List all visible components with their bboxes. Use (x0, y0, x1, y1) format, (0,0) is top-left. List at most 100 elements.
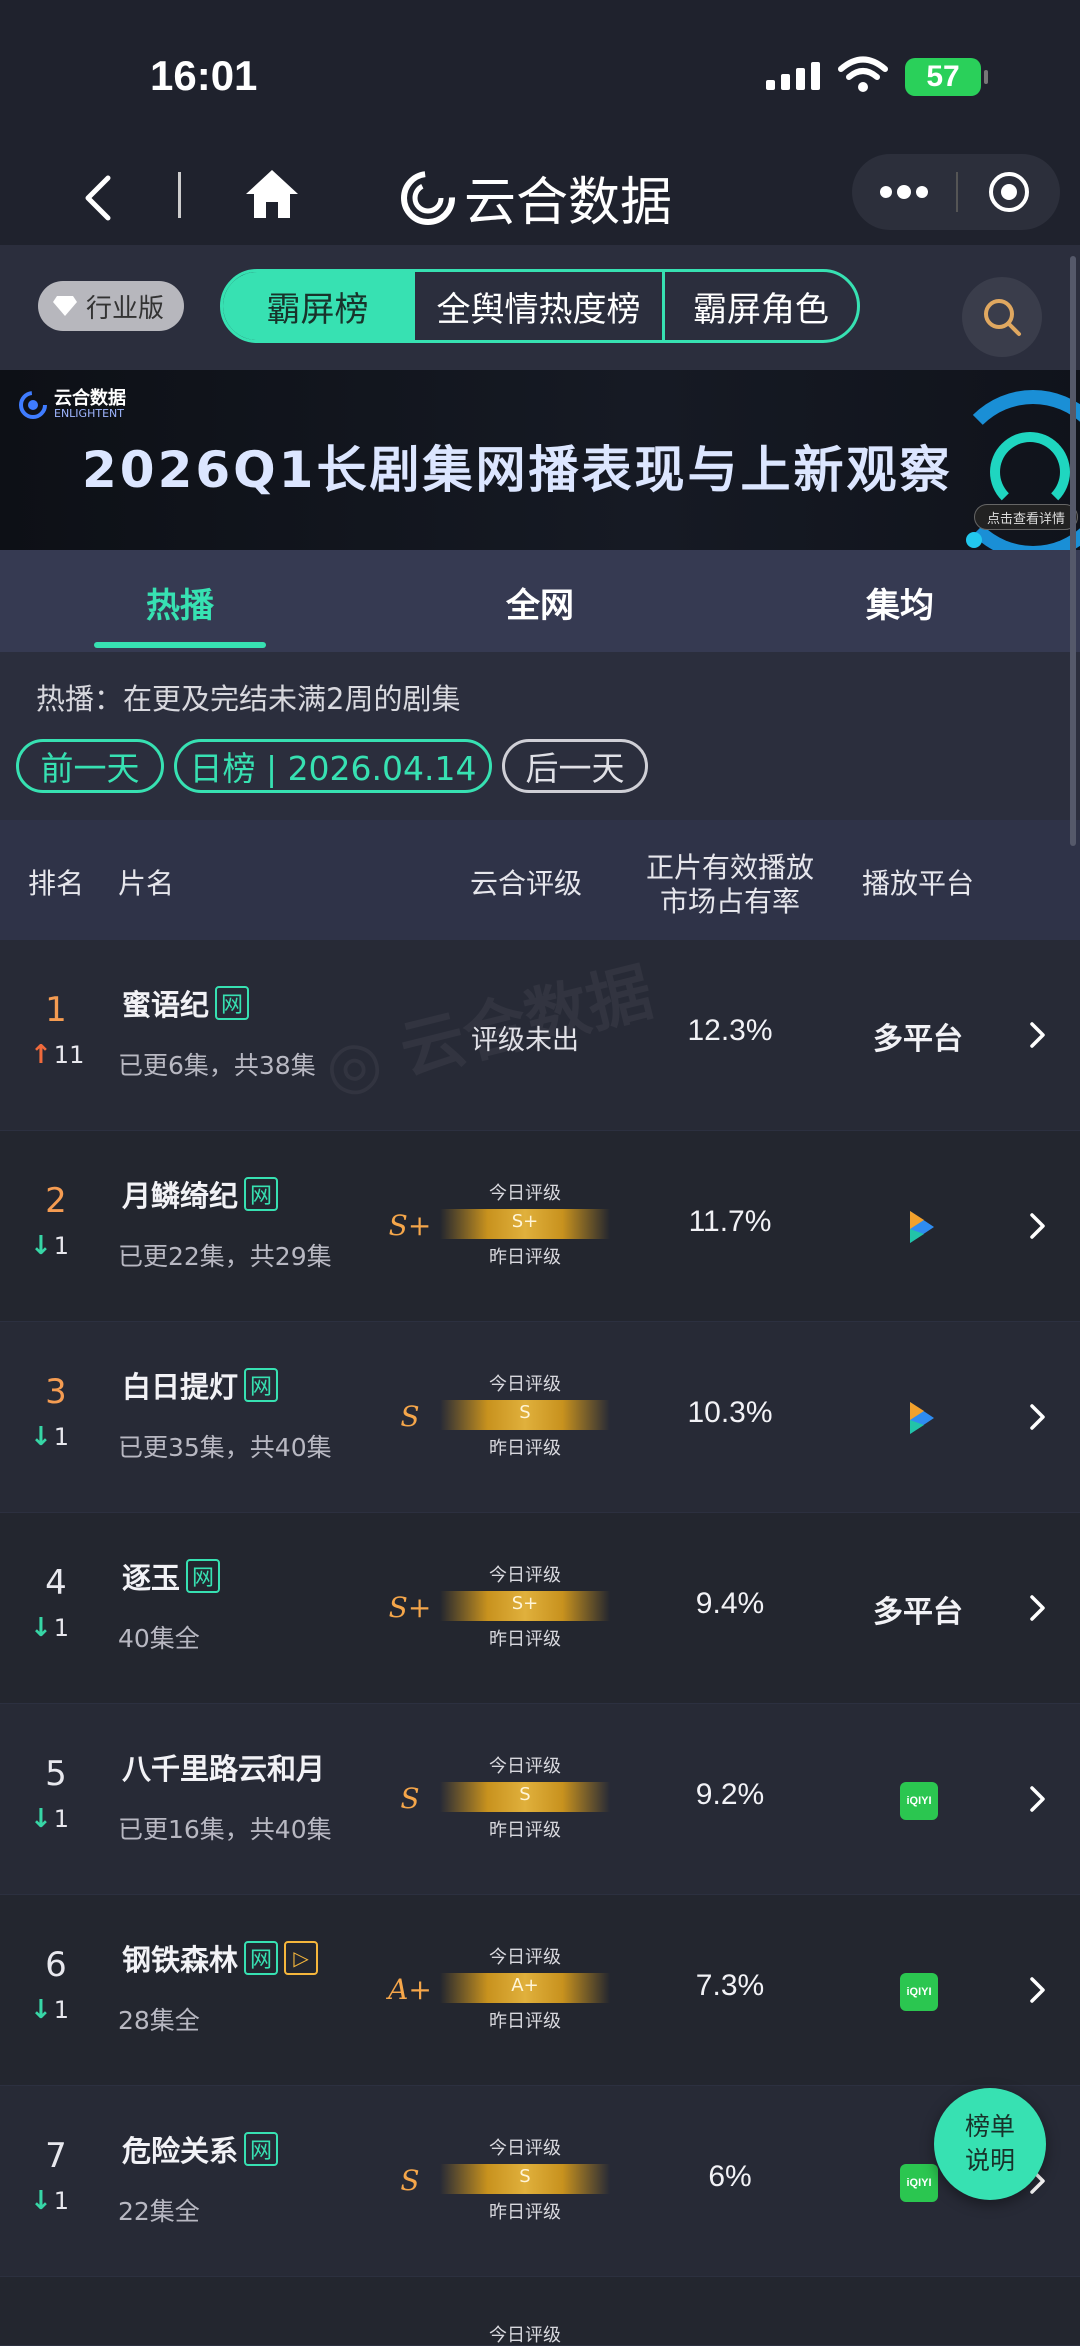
chevron-right-icon[interactable] (1022, 1211, 1052, 1241)
rank-change: ↓ 1 (30, 1804, 90, 1834)
chevron-right-icon[interactable] (1022, 1020, 1052, 1050)
scrollbar[interactable] (1070, 256, 1076, 846)
app-title: 云合数据 (400, 160, 672, 235)
segment-public-opinion[interactable]: 全舆情热度榜 (415, 272, 665, 340)
table-header: 排名 片名 云合评级 正片有效播放 市场占有率 播放平台 (0, 820, 1080, 940)
tab-whole-network[interactable]: 全网 (454, 578, 626, 627)
promo-banner[interactable]: 云合数据 ENLIGHTENT 2026Q1长剧集网播表现与上新观察 点击查看详… (0, 370, 1080, 550)
episode-info: 已更35集，共40集 (118, 1433, 332, 1462)
show-title-wrap: 逐玉 网 (122, 1555, 221, 1597)
ranking-explanation-line2: 说明 (964, 2146, 1015, 2175)
previous-day-button[interactable]: 前一天 (16, 739, 164, 793)
iqiyi-icon: iQIYI (900, 1782, 938, 1820)
show-title-wrap: 钢铁森林 网 ▷ (122, 1937, 319, 1979)
grade-today-label: 今日评级 (489, 1947, 561, 1968)
arrow-down-icon: ↓ (30, 1804, 52, 1834)
grade-bar-value: S (519, 2166, 531, 2187)
market-share: 12.3% (687, 1014, 773, 1047)
iqiyi-icon: iQIYI (900, 1973, 938, 2011)
show-title: 逐玉 (122, 1561, 181, 1595)
status-bar: 16:01 57 (0, 0, 1080, 150)
list-tabs: 热播 全网 集均 (0, 550, 1080, 652)
grade-bar: 今日评级 S 昨日评级 (440, 2134, 610, 2230)
segment-screen-dominance[interactable]: 霸屏榜 (223, 272, 415, 340)
grade-yesterday-label: 昨日评级 (489, 1629, 561, 1650)
rank-change: ↓ 1 (30, 1995, 90, 2025)
rank-change: ↓ 1 (30, 1231, 90, 1261)
market-share: 9.2% (695, 1778, 765, 1811)
rank-change-value: 11 (53, 1041, 85, 1069)
tab-episode-average[interactable]: 集均 (814, 578, 986, 627)
rank-change: ↓ 1 (30, 1613, 90, 1643)
next-day-button[interactable]: 后一天 (502, 739, 648, 793)
platform-label: 多平台 (873, 1022, 963, 1057)
table-row[interactable]: 5 ↓ 1 八千里路云和月 已更16集，共40集 S 今日评级 S 昨日评级 9.… (0, 1704, 1080, 1895)
platform-label: 多平台 (873, 1595, 963, 1630)
chevron-right-icon[interactable] (1022, 1402, 1052, 1432)
grade-bar: 今日评级 S 昨日评级 (440, 1752, 610, 1848)
table-row-partial[interactable]: 今日评级 (0, 2277, 1080, 2346)
tencent-video-icon (910, 1211, 934, 1243)
close-mini-program-button[interactable] (958, 154, 1060, 230)
table-row[interactable]: 7 ↓ 1 危险关系 网 22集全 S 今日评级 S 昨日评级 6% iQIYI (0, 2086, 1080, 2277)
fast-forward-badge-icon: ▷ (284, 1941, 319, 1975)
show-title-wrap: 白日提灯 网 (122, 1364, 279, 1406)
show-title: 危险关系 (122, 2134, 239, 2168)
grade-bar: 今日评级 S+ 昨日评级 (440, 1179, 610, 1275)
ranking-type-switcher: 霸屏榜 全舆情热度榜 霸屏角色 (220, 269, 860, 343)
chevron-right-icon[interactable] (1022, 1975, 1052, 2005)
arrow-down-icon: ↓ (30, 2186, 52, 2216)
tab-hot-airing[interactable]: 热播 (94, 578, 266, 627)
tencent-video-icon (910, 1402, 934, 1434)
grade-yesterday-label: 昨日评级 (489, 1820, 561, 1841)
battery-level: 57 (926, 60, 960, 93)
grade-bar-value: A+ (511, 1975, 539, 1996)
back-arrow-icon[interactable] (70, 168, 130, 228)
table-row[interactable]: 6 ↓ 1 钢铁森林 网 ▷ 28集全 A+ 今日评级 A+ 昨日评级 7.3% … (0, 1895, 1080, 2086)
filter-row: 行业版 霸屏榜 全舆情热度榜 霸屏角色 (0, 245, 1080, 370)
yunhe-logo-icon (401, 170, 455, 225)
rank-number: 6 (45, 1945, 67, 1985)
target-close-icon (989, 172, 1029, 212)
show-title: 白日提灯 (122, 1370, 239, 1404)
grade-yesterday-label: 昨日评级 (489, 1438, 561, 1459)
grade-yesterday-label: 昨日评级 (489, 2011, 561, 2032)
ranking-explanation-button[interactable]: 榜单 说明 (934, 2088, 1046, 2200)
header-rank: 排名 (27, 867, 84, 900)
cellular-signal-icon (766, 62, 820, 90)
chevron-right-icon[interactable] (1022, 1593, 1052, 1623)
rank-change-value: 1 (53, 2187, 70, 2215)
rank-number: 5 (45, 1754, 67, 1794)
banner-logo-sub: ENLIGHTENT (54, 407, 124, 420)
grade-bar-value: S+ (511, 1211, 539, 1232)
grade-today-label: 今日评级 (489, 1374, 561, 1395)
network-badge: 网 (244, 1177, 279, 1211)
table-row[interactable]: 4 ↓ 1 逐玉 网 40集全 S+ 今日评级 S+ 昨日评级 9.4% 多平台 (0, 1513, 1080, 1704)
current-date-button[interactable]: 日榜 | 2026.04.14 (174, 739, 492, 793)
rank-change-value: 1 (53, 1805, 70, 1833)
table-row[interactable]: 2 ↓ 1 月鳞绮纪 网 已更22集，共29集 S+ 今日评级 S+ 昨日评级 1… (0, 1131, 1080, 1322)
segment-dominant-roles[interactable]: 霸屏角色 (665, 272, 857, 340)
network-badge: 网 (244, 1941, 279, 1975)
episode-info: 40集全 (118, 1624, 200, 1653)
chevron-right-icon[interactable] (1022, 1784, 1052, 1814)
grade-bar-value: S+ (511, 1593, 539, 1614)
episode-info: 已更16集，共40集 (118, 1815, 332, 1844)
banner-logo: 云合数据 ENLIGHTENT (18, 390, 126, 420)
date-selector-area: 热播：在更及完结未满2周的剧集 前一天 日榜 | 2026.04.14 后一天 (0, 652, 1080, 820)
grade-bar: 今日评级 A+ 昨日评级 (440, 1943, 610, 2039)
banner-dot-decoration (966, 532, 982, 548)
home-icon[interactable] (242, 164, 302, 224)
rank-change: ↑ 11 (30, 1040, 90, 1070)
banner-cta[interactable]: 点击查看详情 (974, 504, 1079, 530)
episode-info: 28集全 (118, 2006, 200, 2035)
grade-today-label: 今日评级 (489, 1565, 561, 1586)
rank-change: ↓ 1 (30, 1422, 90, 1452)
table-row[interactable]: 3 ↓ 1 白日提灯 网 已更35集，共40集 S 今日评级 S 昨日评级 10.… (0, 1322, 1080, 1513)
search-button[interactable] (962, 277, 1042, 357)
more-options-button[interactable] (852, 154, 956, 230)
iqiyi-icon: iQIYI (900, 2164, 938, 2202)
industry-edition-badge[interactable]: 行业版 (38, 281, 185, 331)
show-title-wrap: 月鳞绮纪 网 (122, 1173, 279, 1215)
show-title: 钢铁森林 (122, 1943, 239, 1977)
